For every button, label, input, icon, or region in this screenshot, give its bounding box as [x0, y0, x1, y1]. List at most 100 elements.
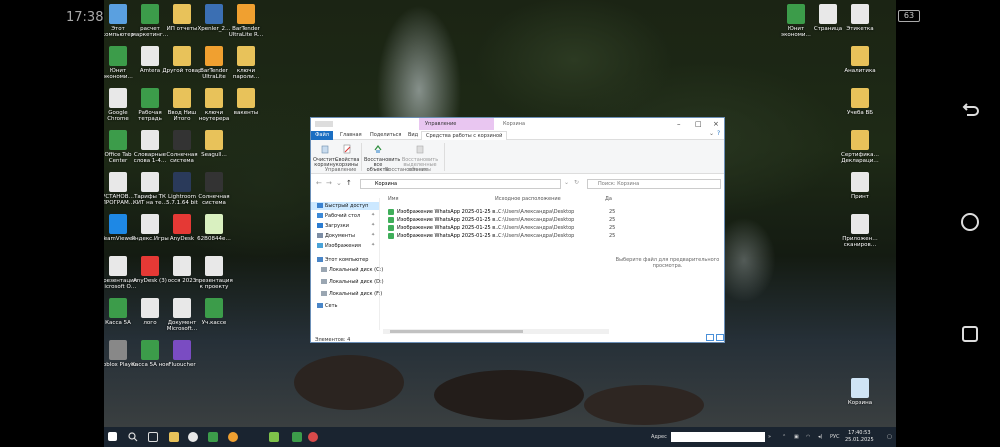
nav-images[interactable]: Изображения [317, 242, 361, 250]
search-icon[interactable] [128, 432, 138, 442]
shortcut-icon [173, 172, 191, 192]
desktop-shortcut[interactable]: ключи пароли… [226, 46, 266, 80]
column-name[interactable]: Имя [388, 196, 399, 202]
nav-downloads[interactable]: Загрузки [317, 222, 349, 230]
help-icon[interactable]: ? [717, 130, 720, 137]
shortcut-icon [141, 298, 159, 318]
desktop-shortcut[interactable]: Солнечная система [194, 172, 234, 206]
tiles-view-icon[interactable] [716, 334, 724, 341]
desktop-shortcut[interactable]: Этикетка [840, 4, 880, 32]
start-icon[interactable] [108, 432, 117, 441]
horizontal-scrollbar[interactable] [383, 329, 609, 334]
nav-documents[interactable]: Документы [317, 232, 355, 240]
expand-toolbar-icon[interactable]: » [768, 434, 771, 440]
desktop-shortcut[interactable]: Принт [840, 172, 880, 200]
android-clock: 17:38 [66, 10, 104, 25]
desktop-shortcut[interactable]: BarTender UltraLite R… [226, 4, 266, 38]
nav-label: Локальный диск (F:) [329, 291, 383, 297]
desktop-shortcut[interactable]: 62B0844e… [194, 214, 234, 242]
address-dropdown-icon[interactable]: ⌄ [564, 179, 569, 186]
file-location: C:\Users\Александра\Desktop [498, 233, 575, 239]
forward-arrow-icon[interactable]: → [326, 179, 332, 187]
ribbon-expand-icon[interactable]: ⌄ [709, 130, 714, 137]
title-bar[interactable]: Управление Корзина – □ × [311, 118, 724, 130]
desktop-shortcut[interactable]: презентация к проекту [194, 256, 234, 290]
shortcut-label: 62B0844e… [197, 236, 231, 242]
network-tray-icon[interactable]: ◠ [806, 434, 810, 440]
language-indicator[interactable]: РУС [830, 434, 840, 440]
desktop-shortcut[interactable]: Уч.кассе [194, 298, 234, 326]
android-home-icon[interactable] [961, 213, 979, 231]
notifications-icon[interactable]: ▢ [887, 434, 892, 440]
column-date[interactable]: Да [605, 196, 612, 202]
file-row[interactable]: Изображение WhatsApp 2025-01-25 в… C:\Use… [388, 232, 615, 240]
file-explorer-taskbar-icon[interactable] [169, 432, 179, 442]
scroll-thumb[interactable] [390, 330, 523, 333]
desktop-shortcut[interactable]: вакенты [226, 88, 266, 116]
desktop-shortcut[interactable]: Fluoucher [162, 340, 202, 368]
bin-properties-button[interactable]: Свойства корзины [335, 144, 359, 168]
minimize-icon[interactable]: – [677, 120, 681, 128]
android-recents-icon[interactable] [962, 326, 978, 342]
browser-taskbar-icon[interactable] [308, 432, 318, 442]
sheets-taskbar-icon[interactable] [292, 432, 302, 442]
desktop-shortcut[interactable]: Приложен… сканиров… [840, 214, 880, 248]
refresh-icon[interactable]: ↻ [574, 179, 579, 186]
nav-quick-access[interactable]: Быстрый доступ [311, 202, 379, 210]
taskbar-clock[interactable]: 17:40:53 25.01.2025 [845, 430, 874, 444]
drive-icon [321, 279, 327, 284]
pin-icon: ✦ [371, 212, 376, 218]
nav-network[interactable]: Сеть [317, 302, 337, 310]
recent-dropdown-icon[interactable]: ⌄ [336, 179, 342, 187]
shortcut-icon [237, 46, 255, 66]
close-icon[interactable]: × [713, 120, 719, 128]
desktop-shortcut[interactable]: Seagull… [194, 130, 234, 158]
volume-icon[interactable]: ◂) [818, 434, 822, 440]
file-location: C:\Users\Александра\Desktop [498, 209, 575, 215]
nav-disk-d[interactable]: Локальный диск (D:) [321, 278, 384, 286]
clock-date: 25.01.2025 [845, 437, 874, 443]
shortcut-icon [851, 4, 869, 24]
nav-this-pc[interactable]: Этот компьютер [317, 256, 368, 264]
search-input[interactable]: Поиск: Корзина [587, 179, 721, 189]
tray-chevron-icon[interactable]: ⌃ [782, 434, 786, 440]
tab-share[interactable]: Поделиться [366, 131, 405, 140]
tab-file[interactable]: Файл [311, 131, 333, 140]
address-toolbar-input[interactable] [671, 432, 765, 442]
address-bar[interactable]: Корзина [360, 179, 561, 189]
tab-recycle-tools[interactable]: Средства работы с корзиной [421, 131, 508, 140]
maximize-icon[interactable]: □ [695, 120, 702, 128]
file-row[interactable]: Изображение WhatsApp 2025-01-25 в… C:\Use… [388, 208, 615, 216]
chrome-taskbar-icon[interactable] [188, 432, 198, 442]
nav-disk-f[interactable]: Локальный диск (F:) [321, 290, 382, 298]
file-row[interactable]: Изображение WhatsApp 2025-01-25 в… C:\Use… [388, 224, 615, 232]
shortcut-icon [109, 88, 127, 108]
android-back-icon[interactable] [961, 100, 981, 120]
documents-icon [317, 233, 323, 238]
details-view-icon[interactable] [706, 334, 714, 341]
app-taskbar-icon[interactable] [269, 432, 279, 442]
desktop-shortcut[interactable]: Корзина [840, 378, 880, 406]
empty-bin-button[interactable]: Очистить корзину [313, 144, 338, 168]
tray-app-icon[interactable]: ▣ [794, 434, 799, 440]
image-file-icon [388, 217, 394, 223]
nav-desktop[interactable]: Рабочий стол [317, 212, 360, 220]
nav-disk-c[interactable]: Локальный диск (C:) [321, 266, 383, 274]
desktop-shortcut[interactable]: Аналитика [840, 46, 880, 74]
group-manage-label: Управление [325, 167, 357, 173]
column-location[interactable]: Исходное расположение [495, 196, 561, 202]
address-row: ← → ⌄ ↑ Корзина ⌄ ↻ Поиск: Корзина [311, 178, 724, 190]
tab-view[interactable]: Вид [404, 131, 422, 140]
file-row[interactable]: Изображение WhatsApp 2025-01-25 в… C:\Use… [388, 216, 615, 224]
images-icon [317, 243, 323, 248]
desktop-shortcut[interactable]: Сертифика… Деклараци… [840, 130, 880, 164]
task-view-icon[interactable] [148, 432, 158, 442]
up-arrow-icon[interactable]: ↑ [346, 179, 352, 187]
back-arrow-icon[interactable]: ← [316, 179, 322, 187]
quick-access-toolbar[interactable] [315, 121, 333, 127]
tab-home[interactable]: Главная [336, 131, 366, 140]
excel-taskbar-icon[interactable] [208, 432, 218, 442]
firefox-taskbar-icon[interactable] [228, 432, 238, 442]
desktop-shortcut[interactable]: Учеба ВБ [840, 88, 880, 116]
context-tab-manage[interactable]: Управление [419, 118, 494, 130]
